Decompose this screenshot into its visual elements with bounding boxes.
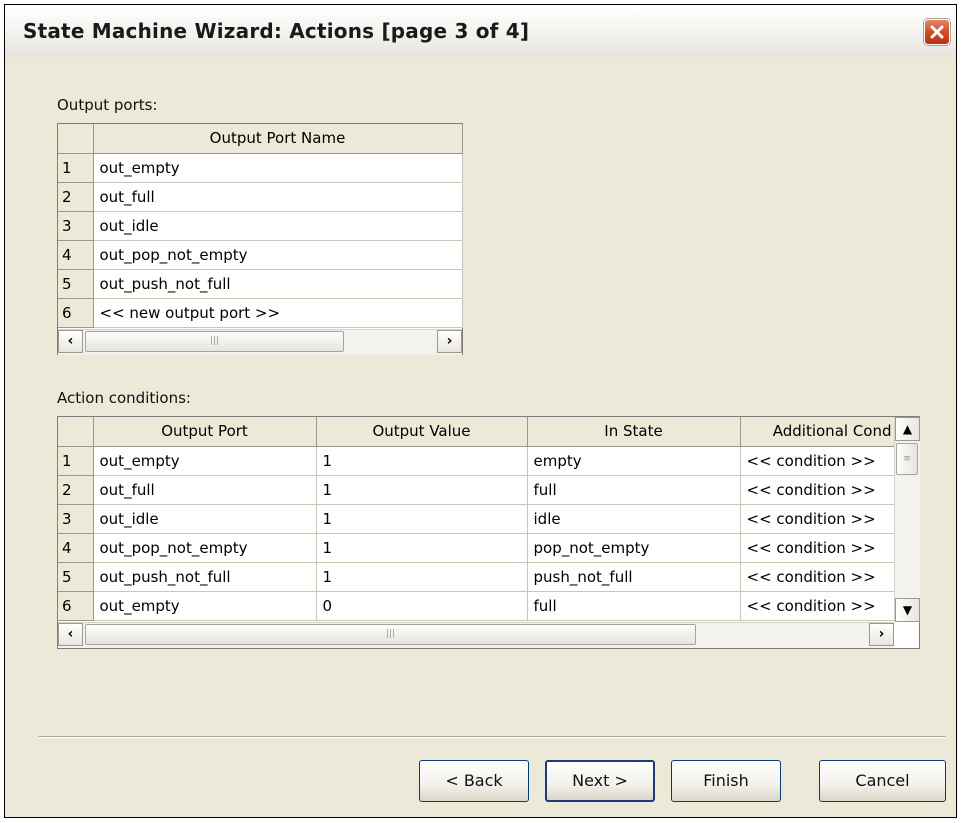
in-state-cell[interactable]: pop_not_empty: [527, 533, 741, 563]
column-header-output-port[interactable]: Output Port: [93, 417, 317, 447]
output-ports-label: Output ports:: [57, 96, 158, 114]
table-row[interactable]: 6 out_empty 0 full << condition >>: [58, 591, 895, 621]
output-port-name-cell[interactable]: out_idle: [93, 211, 463, 241]
table-row[interactable]: 3 out_idle: [58, 211, 463, 241]
row-number[interactable]: 3: [58, 504, 94, 534]
in-state-cell[interactable]: full: [527, 591, 741, 621]
output-port-cell[interactable]: out_idle: [93, 504, 317, 534]
scroll-thumb[interactable]: |||: [85, 624, 696, 645]
scroll-thumb[interactable]: |||: [85, 331, 344, 352]
dialog-body: Output ports: Output Port Name 1 out_empt…: [9, 61, 952, 815]
scroll-right-button[interactable]: ›: [437, 330, 462, 353]
footer-separator: [39, 736, 945, 738]
row-number[interactable]: 4: [58, 240, 94, 270]
scroll-up-button[interactable]: ▲: [895, 417, 920, 441]
additional-cond-cell[interactable]: << condition >>: [740, 533, 895, 563]
row-number[interactable]: 2: [58, 182, 94, 212]
in-state-cell[interactable]: push_not_full: [527, 562, 741, 592]
arrow-left-icon: ‹: [67, 333, 74, 349]
output-value-cell[interactable]: 0: [316, 591, 528, 621]
output-port-name-cell[interactable]: out_push_not_full: [93, 269, 463, 299]
next-button[interactable]: Next >: [545, 760, 655, 802]
additional-cond-cell[interactable]: << condition >>: [740, 504, 895, 534]
in-state-cell[interactable]: idle: [527, 504, 741, 534]
additional-cond-cell[interactable]: << condition >>: [740, 446, 895, 476]
output-port-name-cell[interactable]: out_full: [93, 182, 463, 212]
in-state-cell[interactable]: empty: [527, 446, 741, 476]
table-row[interactable]: 5 out_push_not_full: [58, 269, 463, 299]
table-row[interactable]: 2 out_full 1 full << condition >>: [58, 475, 895, 505]
column-header-in-state[interactable]: In State: [527, 417, 741, 447]
scroll-left-button[interactable]: ‹: [58, 623, 83, 646]
scroll-thumb[interactable]: ≡: [896, 443, 918, 475]
finish-button[interactable]: Finish: [671, 760, 781, 802]
row-number[interactable]: 4: [58, 533, 94, 563]
table-row[interactable]: 5 out_push_not_full 1 push_not_full << c…: [58, 562, 895, 592]
row-number[interactable]: 3: [58, 211, 94, 241]
additional-cond-cell[interactable]: << condition >>: [740, 475, 895, 505]
title-bar: State Machine Wizard: Actions [page 3 of…: [5, 5, 956, 57]
scroll-left-button[interactable]: ‹: [58, 330, 83, 353]
row-number[interactable]: 1: [58, 446, 94, 476]
output-value-cell[interactable]: 1: [316, 562, 528, 592]
output-port-name-cell[interactable]: out_empty: [93, 153, 463, 183]
output-value-cell[interactable]: 1: [316, 533, 528, 563]
column-header-output-port-name[interactable]: Output Port Name: [93, 124, 463, 154]
output-ports-hscrollbar[interactable]: ‹ ||| ›: [58, 329, 462, 355]
row-number[interactable]: 5: [58, 562, 94, 592]
row-number[interactable]: 6: [58, 591, 94, 621]
close-button[interactable]: [924, 19, 950, 45]
action-conditions-vscrollbar[interactable]: ▲ ≡ ▼: [894, 417, 920, 622]
action-conditions-grid: Output Port Output Value In State Additi…: [57, 416, 920, 649]
close-icon: [930, 25, 944, 39]
table-row[interactable]: 1 out_empty 1 empty << condition >>: [58, 446, 895, 476]
row-number[interactable]: 5: [58, 269, 94, 299]
table-row[interactable]: 1 out_empty: [58, 153, 463, 183]
arrow-down-icon: ▼: [902, 603, 913, 617]
additional-cond-cell[interactable]: << condition >>: [740, 591, 895, 621]
grid-corner: [58, 124, 94, 154]
column-header-output-value[interactable]: Output Value: [316, 417, 528, 447]
window-title: State Machine Wizard: Actions [page 3 of…: [23, 19, 530, 43]
arrow-up-icon: ▲: [902, 422, 913, 436]
output-port-name-cell[interactable]: out_pop_not_empty: [93, 240, 463, 270]
scroll-down-button[interactable]: ▼: [895, 598, 920, 622]
in-state-cell[interactable]: full: [527, 475, 741, 505]
arrow-right-icon: ›: [878, 626, 885, 642]
output-value-cell[interactable]: 1: [316, 504, 528, 534]
output-port-cell[interactable]: out_full: [93, 475, 317, 505]
output-value-cell[interactable]: 1: [316, 475, 528, 505]
arrow-right-icon: ›: [446, 333, 453, 349]
row-number[interactable]: 2: [58, 475, 94, 505]
row-number[interactable]: 1: [58, 153, 94, 183]
scroll-right-button[interactable]: ›: [869, 623, 894, 646]
output-port-cell[interactable]: out_empty: [93, 446, 317, 476]
output-port-cell[interactable]: out_push_not_full: [93, 562, 317, 592]
additional-cond-cell[interactable]: << condition >>: [740, 562, 895, 592]
table-row[interactable]: 4 out_pop_not_empty 1 pop_not_empty << c…: [58, 533, 895, 563]
table-row[interactable]: 6 << new output port >>: [58, 298, 463, 328]
cancel-button[interactable]: Cancel: [819, 760, 946, 802]
output-value-cell[interactable]: 1: [316, 446, 528, 476]
back-button[interactable]: < Back: [419, 760, 529, 802]
output-ports-grid: Output Port Name 1 out_empty 2 out_full 3o…: [57, 123, 463, 355]
row-number[interactable]: 6: [58, 298, 94, 328]
table-row[interactable]: 3 out_idle 1 idle << condition >>: [58, 504, 895, 534]
action-conditions-hscrollbar[interactable]: ‹ ||| ›: [58, 622, 894, 648]
table-row[interactable]: 4 out_pop_not_empty: [58, 240, 463, 270]
column-header-additional-cond[interactable]: Additional Cond: [740, 417, 895, 447]
action-conditions-label: Action conditions:: [57, 389, 191, 407]
output-port-name-cell[interactable]: << new output port >>: [93, 298, 463, 328]
wizard-window: State Machine Wizard: Actions [page 3 of…: [4, 4, 957, 818]
output-port-cell[interactable]: out_empty: [93, 591, 317, 621]
table-row[interactable]: 2 out_full: [58, 182, 463, 212]
grid-corner: [58, 417, 94, 447]
arrow-left-icon: ‹: [67, 626, 74, 642]
output-port-cell[interactable]: out_pop_not_empty: [93, 533, 317, 563]
